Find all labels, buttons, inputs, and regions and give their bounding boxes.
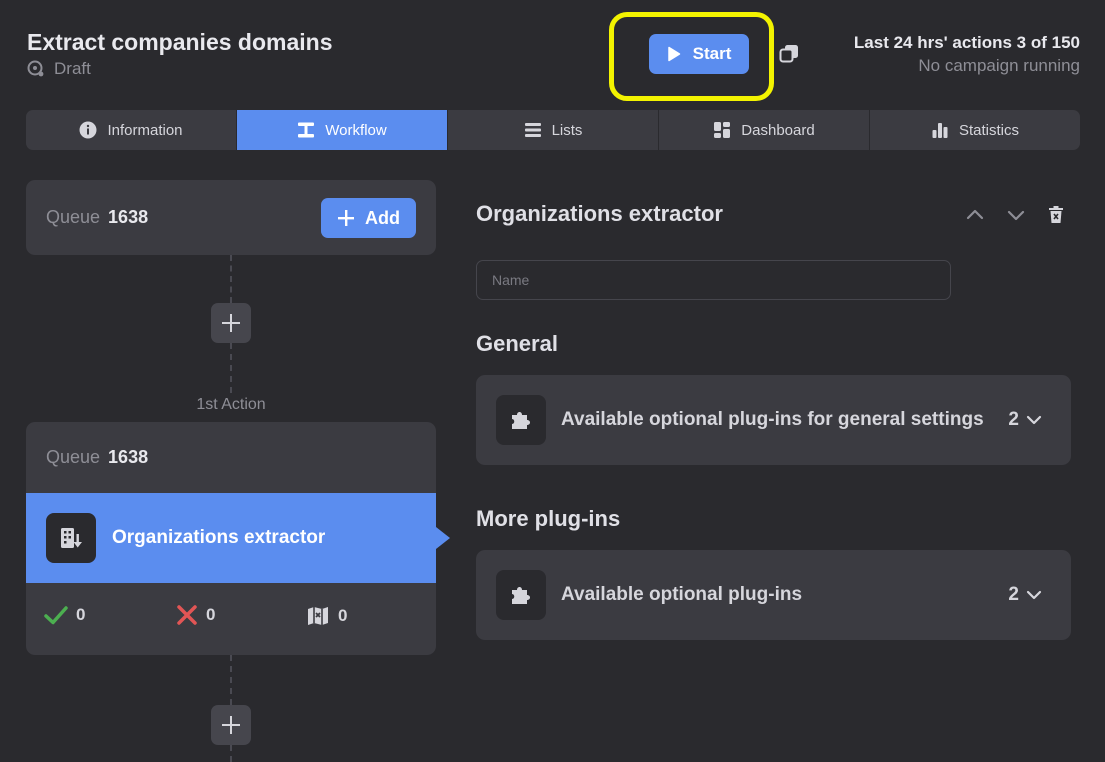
trash-icon[interactable] xyxy=(1045,204,1067,226)
connector-line xyxy=(230,745,232,762)
workflow-icon xyxy=(298,122,315,138)
more-plugins-count-wrapper: 2 xyxy=(1008,584,1043,606)
error-stat: 0 xyxy=(176,605,215,625)
campaign-title: Extract companies domains xyxy=(27,29,333,55)
bar-chart-icon xyxy=(932,123,948,138)
move-down-icon[interactable] xyxy=(1005,204,1027,226)
general-plugins-label: Available optional plug-ins for general … xyxy=(561,409,984,430)
tab-lists[interactable]: Lists xyxy=(448,110,659,150)
quota-text: Last 24 hrs' actions 3 of 150 xyxy=(853,33,1080,52)
action-name-input[interactable] xyxy=(476,260,951,300)
chevron-down-icon xyxy=(1026,415,1042,425)
general-section-title: General xyxy=(476,331,558,356)
tab-statistics[interactable]: Statistics xyxy=(870,110,1080,150)
connector-line xyxy=(230,255,232,303)
tab-statistics-label: Statistics xyxy=(958,121,1019,139)
play-icon xyxy=(667,46,680,62)
add-button-label: Add xyxy=(365,207,400,228)
connector-line xyxy=(230,343,232,393)
header: Extract companies domains Draft Start La… xyxy=(0,0,1105,110)
checkmark-icon xyxy=(44,606,68,625)
plus-icon xyxy=(222,716,240,734)
queue-info: Queue 1638 xyxy=(46,207,148,228)
skipped-stat: 0 xyxy=(306,605,347,627)
add-button[interactable]: Add xyxy=(321,198,416,238)
plus-icon xyxy=(338,210,354,226)
action-step-label: 1st Action xyxy=(196,396,266,413)
tab-dashboard[interactable]: Dashboard xyxy=(659,110,870,150)
start-button-label: Start xyxy=(692,44,732,63)
more-plugins-dropdown[interactable]: Available optional plug-ins 2 xyxy=(476,550,1071,640)
general-plugins-count-wrapper: 2 xyxy=(1008,409,1043,431)
tab-information[interactable]: Information xyxy=(26,110,237,150)
general-plugins-count: 2 xyxy=(1008,409,1019,430)
action-queue-count: 1638 xyxy=(108,447,149,467)
plus-icon xyxy=(222,314,240,332)
action-quota: Last 24 hrs' actions 3 of 150 No campaig… xyxy=(854,33,1080,76)
queue-card: Queue 1638 Add xyxy=(26,180,436,255)
draft-status-icon xyxy=(27,60,44,77)
info-icon xyxy=(79,121,97,139)
tab-information-label: Information xyxy=(107,121,183,139)
move-up-icon[interactable] xyxy=(964,204,986,226)
more-plugins-label: Available optional plug-ins xyxy=(561,584,803,605)
more-plugins-count: 2 xyxy=(1008,584,1019,605)
skipped-map-icon xyxy=(308,607,328,625)
action-card: Queue 1638 Organizations extractor 0 0 0 xyxy=(26,422,450,655)
insert-action-button[interactable] xyxy=(211,705,251,745)
insert-action-button[interactable] xyxy=(211,303,251,343)
queue-label: Queue xyxy=(46,207,101,227)
panel-title: Organizations extractor xyxy=(476,201,723,226)
error-count: 0 xyxy=(206,605,216,624)
campaign-running-status: No campaign running xyxy=(918,56,1080,75)
connector-line xyxy=(230,655,232,705)
organization-extractor-icon xyxy=(46,513,96,563)
action-queue-label: Queue xyxy=(46,447,101,467)
more-plugins-section-title: More plug-ins xyxy=(476,506,621,531)
success-count: 0 xyxy=(76,605,86,624)
chevron-down-icon xyxy=(1026,590,1042,600)
success-stat: 0 xyxy=(44,605,85,625)
action-queue-info: Queue 1638 xyxy=(46,447,148,468)
tab-workflow[interactable]: Workflow xyxy=(237,110,448,150)
action-name: Organizations extractor xyxy=(112,527,326,548)
action-item-organizations-extractor[interactable]: Organizations extractor xyxy=(26,493,450,583)
puzzle-icon xyxy=(496,570,546,620)
general-plugins-dropdown[interactable]: Available optional plug-ins for general … xyxy=(476,375,1071,465)
action-stats: 0 0 0 xyxy=(26,605,436,635)
campaign-status: Draft xyxy=(27,59,91,79)
tab-lists-label: Lists xyxy=(551,121,583,139)
dashboard-icon xyxy=(714,122,731,138)
start-button[interactable]: Start xyxy=(649,34,749,74)
duplicate-icon[interactable] xyxy=(778,43,800,65)
tab-dashboard-label: Dashboard xyxy=(741,121,815,139)
skipped-count: 0 xyxy=(338,606,348,625)
queue-count: 1638 xyxy=(108,207,149,227)
list-icon xyxy=(524,123,541,137)
cross-icon xyxy=(177,605,197,625)
tab-workflow-label: Workflow xyxy=(325,121,387,139)
puzzle-icon xyxy=(496,395,546,445)
tab-bar: Information Workflow Lists Dashboard Sta… xyxy=(26,110,1080,150)
campaign-status-label: Draft xyxy=(54,59,91,78)
